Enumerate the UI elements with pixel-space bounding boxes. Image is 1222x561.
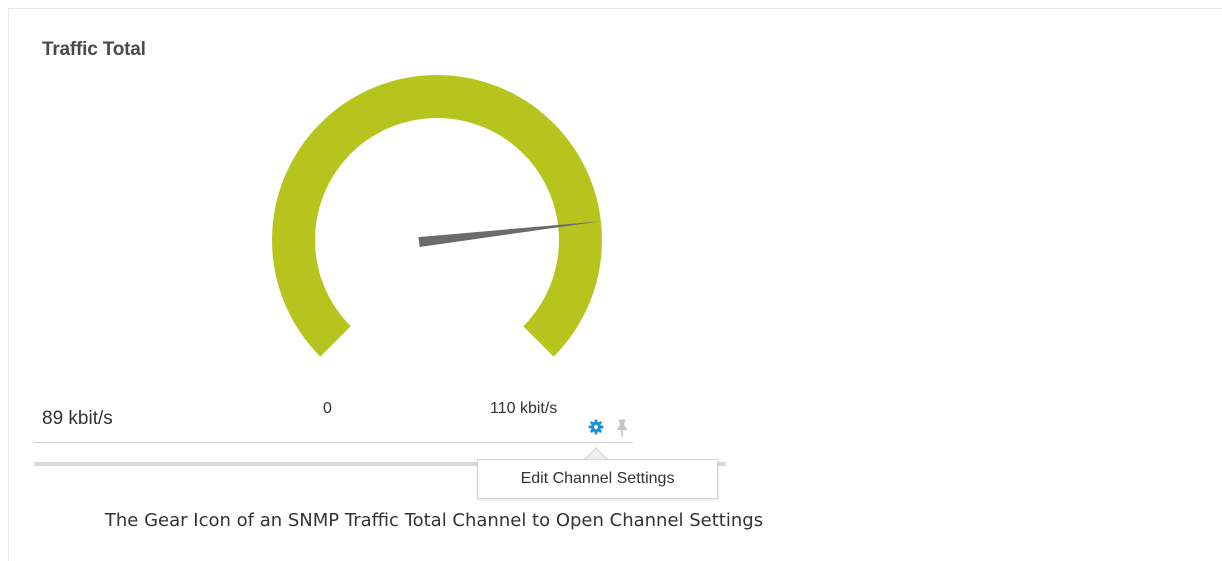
value-divider	[34, 442, 633, 443]
tooltip-text: Edit Channel Settings	[520, 470, 675, 487]
gauge-max-label: 110 kbit/s	[490, 400, 558, 417]
screenshot-page: Traffic Total 89 kbit/s 0 110 kbit/s Edi…	[0, 0, 1222, 561]
gear-icon[interactable]	[588, 419, 604, 435]
figure-caption: The Gear Icon of an SNMP Traffic Total C…	[104, 510, 764, 531]
gauge-arc	[272, 74, 602, 357]
edit-channel-settings-tooltip: Edit Channel Settings	[477, 459, 718, 499]
gauge-min-label: 0	[323, 400, 332, 417]
pin-icon[interactable]	[615, 419, 629, 437]
current-value: 89 kbit/s	[42, 408, 113, 429]
